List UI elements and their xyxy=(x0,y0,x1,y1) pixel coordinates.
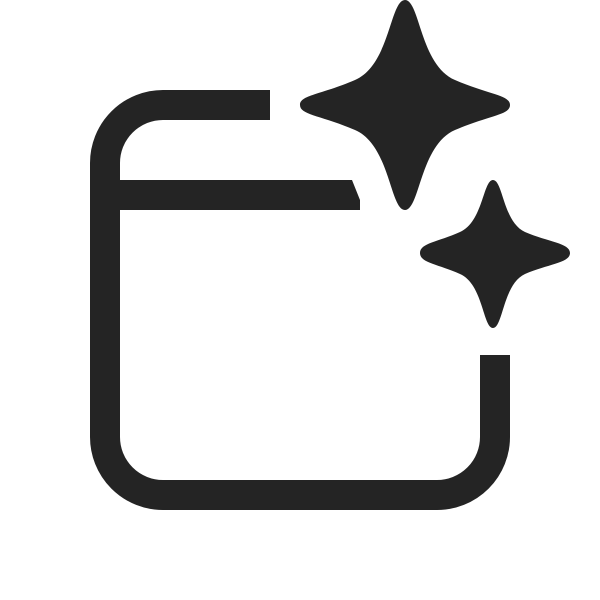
window-sparkle-icon xyxy=(90,0,570,510)
sparkle-large-icon xyxy=(300,0,510,210)
icon-canvas xyxy=(0,0,600,600)
sparkle-small-icon xyxy=(420,180,570,328)
window-icon xyxy=(90,90,510,510)
